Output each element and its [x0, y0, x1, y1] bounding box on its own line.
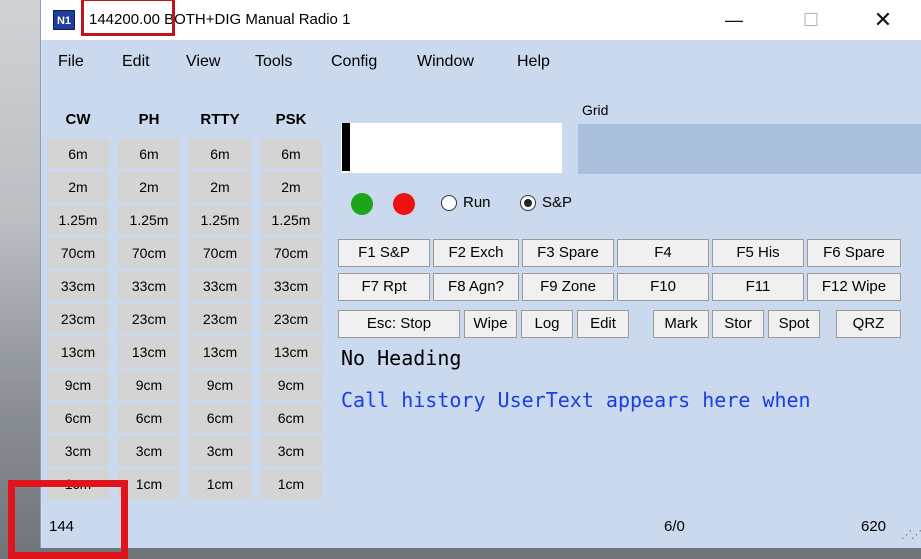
menu-view[interactable]: View — [186, 53, 220, 71]
band-button-rtty[interactable]: 9cm — [189, 370, 251, 400]
qrz-button[interactable]: QRZ — [836, 310, 901, 338]
band-button-rtty[interactable]: 13cm — [189, 337, 251, 367]
f7-button[interactable]: F7 Rpt — [338, 273, 430, 301]
resize-grip-icon[interactable]: ⋰⋰ — [901, 528, 921, 541]
grid-label: Grid — [582, 102, 609, 118]
grid-field[interactable] — [578, 124, 921, 174]
band-button-ph[interactable]: 70cm — [118, 238, 180, 268]
band-button-rtty[interactable]: 23cm — [189, 304, 251, 334]
band-button-rtty[interactable]: 70cm — [189, 238, 251, 268]
band-header-ph: PH — [138, 111, 160, 128]
menu-config[interactable]: Config — [331, 53, 377, 71]
f8-button[interactable]: F8 Agn? — [433, 273, 519, 301]
band-button-psk[interactable]: 3cm — [260, 436, 322, 466]
band-button-cw[interactable]: 70cm — [47, 238, 109, 268]
n1mm-window: N1 144200.00 BOTH+DIG Manual Radio 1 — ☐… — [40, 0, 921, 548]
f12-button[interactable]: F12 Wipe — [807, 273, 901, 301]
status-green-dot-icon — [351, 193, 373, 215]
band-button-cw[interactable]: 3cm — [47, 436, 109, 466]
spot-button[interactable]: Spot — [768, 310, 820, 338]
minimize-button[interactable]: — — [706, 0, 762, 40]
band-button-ph[interactable]: 9cm — [118, 370, 180, 400]
f9-button[interactable]: F9 Zone — [522, 273, 614, 301]
band-button-ph[interactable]: 3cm — [118, 436, 180, 466]
status-qso-count: 6/0 — [664, 518, 685, 535]
band-button-rtty[interactable]: 6cm — [189, 403, 251, 433]
band-button-ph[interactable]: 6m — [118, 139, 180, 169]
band-button-psk[interactable]: 23cm — [260, 304, 322, 334]
run-radio[interactable] — [441, 195, 457, 211]
band-button-cw[interactable]: 1.25m — [47, 205, 109, 235]
run-radio-label: Run — [463, 194, 491, 211]
band-button-ph[interactable]: 33cm — [118, 271, 180, 301]
band-header-rtty: RTTY — [200, 111, 240, 128]
menu-window[interactable]: Window — [417, 53, 474, 71]
band-button-cw[interactable]: 9cm — [47, 370, 109, 400]
status-bar: 144 6/0 620 ⋰⋰ — [41, 508, 921, 548]
band-button-rtty[interactable]: 1.25m — [189, 205, 251, 235]
n1mm-app-icon[interactable]: N1 — [53, 10, 75, 30]
f3-button[interactable]: F3 Spare — [522, 239, 614, 267]
f10-button[interactable]: F10 — [617, 273, 709, 301]
call-history-text: Call history UserText appears here when — [341, 388, 811, 412]
band-button-ph[interactable]: 13cm — [118, 337, 180, 367]
entry-caret — [342, 123, 350, 171]
mark-button[interactable]: Mark — [653, 310, 709, 338]
band-button-rtty[interactable]: 1cm — [189, 469, 251, 499]
heading-text: No Heading — [341, 346, 462, 370]
f4-button[interactable]: F4 — [617, 239, 709, 267]
band-button-psk[interactable]: 70cm — [260, 238, 322, 268]
f2-button[interactable]: F2 Exch — [433, 239, 519, 267]
band-button-ph[interactable]: 2m — [118, 172, 180, 202]
menu-help[interactable]: Help — [517, 53, 550, 71]
band-button-cw[interactable]: 6m — [47, 139, 109, 169]
f1-button[interactable]: F1 S&P — [338, 239, 430, 267]
band-button-rtty[interactable]: 6m — [189, 139, 251, 169]
band-header-cw: CW — [65, 111, 91, 128]
band-button-psk[interactable]: 9cm — [260, 370, 322, 400]
f6-button[interactable]: F6 Spare — [807, 239, 901, 267]
close-button[interactable]: ✕ — [855, 0, 911, 40]
title-mode-radio: BOTH+DIG Manual Radio 1 — [164, 11, 351, 28]
band-button-cw[interactable]: 6cm — [47, 403, 109, 433]
band-button-psk[interactable]: 6m — [260, 139, 322, 169]
menu-bar: File Edit View Tools Config Window Help — [41, 40, 921, 88]
log-button[interactable]: Log — [521, 310, 573, 338]
band-button-psk[interactable]: 1.25m — [260, 205, 322, 235]
status-right-value: 620 — [861, 518, 887, 535]
band-button-cw[interactable]: 33cm — [47, 271, 109, 301]
band-button-rtty[interactable]: 2m — [189, 172, 251, 202]
status-highlight-box — [8, 480, 128, 559]
band-header-psk: PSK — [275, 111, 307, 128]
menu-tools[interactable]: Tools — [255, 53, 292, 71]
band-button-psk[interactable]: 33cm — [260, 271, 322, 301]
wipe-button[interactable]: Wipe — [464, 310, 517, 338]
band-button-rtty[interactable]: 3cm — [189, 436, 251, 466]
sp-radio[interactable] — [520, 195, 536, 211]
band-button-cw[interactable]: 2m — [47, 172, 109, 202]
band-button-ph[interactable]: 1.25m — [118, 205, 180, 235]
sp-radio-label: S&P — [542, 194, 573, 211]
band-button-psk[interactable]: 2m — [260, 172, 322, 202]
band-button-cw[interactable]: 13cm — [47, 337, 109, 367]
f11-button[interactable]: F11 — [712, 273, 804, 301]
callsign-entry-field[interactable] — [341, 123, 562, 173]
band-button-cw[interactable]: 23cm — [47, 304, 109, 334]
menu-edit[interactable]: Edit — [122, 53, 150, 71]
frequency-highlight-box — [81, 0, 175, 36]
status-red-dot-icon — [393, 193, 415, 215]
band-button-rtty[interactable]: 33cm — [189, 271, 251, 301]
maximize-button[interactable]: ☐ — [783, 0, 839, 40]
band-button-psk[interactable]: 13cm — [260, 337, 322, 367]
band-button-psk[interactable]: 6cm — [260, 403, 322, 433]
f5-button[interactable]: F5 His — [712, 239, 804, 267]
edit-button[interactable]: Edit — [577, 310, 629, 338]
esc-stop-button[interactable]: Esc: Stop — [338, 310, 460, 338]
band-button-ph[interactable]: 23cm — [118, 304, 180, 334]
menu-file[interactable]: File — [58, 53, 84, 71]
band-button-psk[interactable]: 1cm — [260, 469, 322, 499]
band-button-ph[interactable]: 6cm — [118, 403, 180, 433]
store-button[interactable]: Stor — [712, 310, 764, 338]
